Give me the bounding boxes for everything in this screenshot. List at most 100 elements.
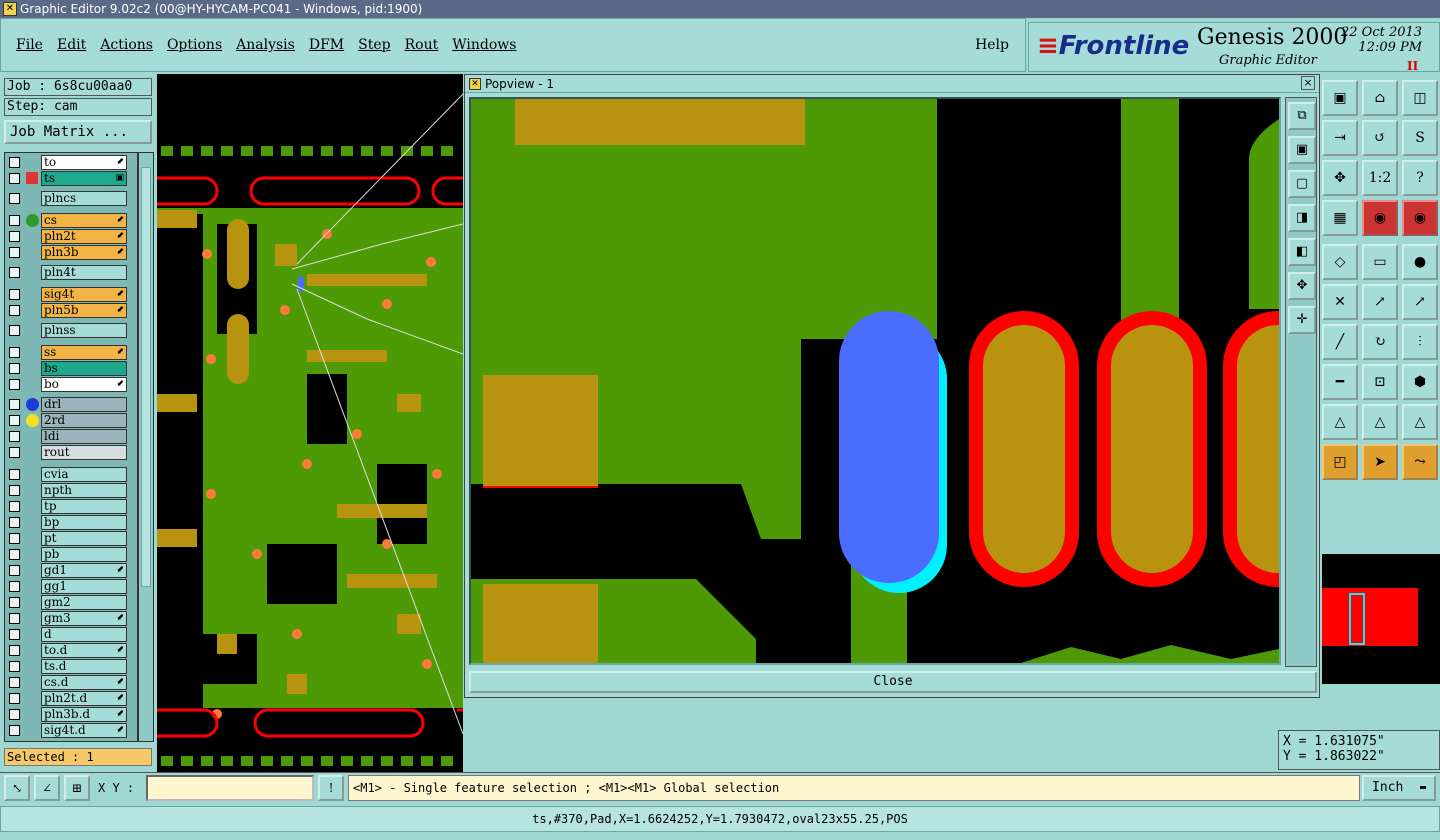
- layer-checkbox[interactable]: [9, 215, 20, 226]
- menu-analysis[interactable]: Analysis: [236, 37, 295, 53]
- shape-icon[interactable]: ⬢: [1402, 364, 1438, 400]
- ruler-icon[interactable]: ▭: [1362, 244, 1398, 280]
- layer-row[interactable]: gm2: [7, 595, 127, 610]
- layer-name[interactable]: ts ▣: [41, 171, 127, 186]
- layer-name[interactable]: sig4t ⬋: [41, 287, 127, 302]
- popview-canvas[interactable]: [469, 97, 1281, 665]
- circle-icon[interactable]: ●: [1402, 244, 1438, 280]
- s-curve-icon[interactable]: S: [1402, 120, 1438, 156]
- layer-checkbox[interactable]: [9, 289, 20, 300]
- layer-checkbox[interactable]: [9, 709, 20, 720]
- layer-row[interactable]: ss ⬋: [7, 345, 127, 360]
- layer-name[interactable]: pln2t.d ⬋: [41, 691, 127, 706]
- layer-name[interactable]: sig4t.d ⬋: [41, 723, 127, 738]
- layer-checkbox[interactable]: [9, 469, 20, 480]
- layer-red-icon[interactable]: ◉: [1362, 200, 1398, 236]
- layer-name[interactable]: drl: [41, 397, 127, 412]
- layer-row[interactable]: cs ⬋: [7, 213, 127, 228]
- popview-copy-icon[interactable]: ⧉: [1288, 102, 1316, 130]
- zoom-box-icon[interactable]: ⤡: [4, 775, 30, 801]
- layer-checkbox[interactable]: [9, 447, 20, 458]
- layer-name[interactable]: cvia: [41, 467, 127, 482]
- move-icon[interactable]: ✥: [1322, 160, 1358, 196]
- delete-icon[interactable]: ✕: [1322, 284, 1358, 320]
- layer-checkbox[interactable]: [9, 661, 20, 672]
- layer-red2-icon[interactable]: ◉: [1402, 200, 1438, 236]
- layer-checkbox[interactable]: [9, 173, 20, 184]
- menu-rout[interactable]: Rout: [405, 37, 439, 53]
- layer-name[interactable]: to ⬋: [41, 155, 127, 170]
- layer-checkbox[interactable]: [9, 565, 20, 576]
- layer-name[interactable]: pt: [41, 531, 127, 546]
- layer-row[interactable]: pln4t: [7, 265, 127, 280]
- layer-row[interactable]: ldi: [7, 429, 127, 444]
- layer-checkbox[interactable]: [9, 597, 20, 608]
- layer-checkbox[interactable]: [9, 157, 20, 168]
- menu-actions[interactable]: Actions: [100, 37, 153, 53]
- layer-row[interactable]: rout: [7, 445, 127, 460]
- menu-windows[interactable]: Windows: [452, 37, 516, 53]
- layer-row[interactable]: pt: [7, 531, 127, 546]
- layer-row[interactable]: bo ⬋: [7, 377, 127, 392]
- layer-name[interactable]: gd1 ⬋: [41, 563, 127, 578]
- layer-checkbox[interactable]: [9, 645, 20, 656]
- layer-name[interactable]: pln3b ⬋: [41, 245, 127, 260]
- layer-row[interactable]: pln2t.d ⬋: [7, 691, 127, 706]
- layer-row[interactable]: pln3b ⬋: [7, 245, 127, 260]
- job-matrix-button[interactable]: Job Matrix ...: [4, 120, 152, 144]
- path-icon[interactable]: ⤳: [1402, 444, 1438, 480]
- menu-file[interactable]: File: [16, 37, 43, 53]
- layer-checkbox[interactable]: [9, 485, 20, 496]
- layer-checkbox[interactable]: [9, 305, 20, 316]
- layer-checkbox[interactable]: [9, 415, 20, 426]
- layer-name[interactable]: rout: [41, 445, 127, 460]
- layer-row[interactable]: sig4t.d ⬋: [7, 723, 127, 738]
- resize-icon[interactable]: ⊡: [1362, 364, 1398, 400]
- layer-checkbox[interactable]: [9, 581, 20, 592]
- layer-row[interactable]: gd1 ⬋: [7, 563, 127, 578]
- layer-row[interactable]: plncs: [7, 191, 127, 206]
- menu-dfm[interactable]: DFM: [309, 37, 344, 53]
- layer-name[interactable]: pln2t ⬋: [41, 229, 127, 244]
- popview-fit-icon[interactable]: ✥: [1288, 272, 1316, 300]
- line-icon[interactable]: ━: [1322, 364, 1358, 400]
- layer-name[interactable]: plnss: [41, 323, 127, 338]
- arc3-icon[interactable]: △: [1402, 404, 1438, 440]
- layer-checkbox[interactable]: [9, 613, 20, 624]
- arc2-icon[interactable]: △: [1362, 404, 1398, 440]
- layer-row[interactable]: sig4t ⬋: [7, 287, 127, 302]
- layer-checkbox[interactable]: [9, 231, 20, 242]
- layer-row[interactable]: npth: [7, 483, 127, 498]
- layer-checkbox[interactable]: [9, 325, 20, 336]
- layer-row[interactable]: to.d ⬋: [7, 643, 127, 658]
- layer-scrollbar[interactable]: [138, 152, 154, 742]
- popview-zoom-in-icon[interactable]: ▣: [1288, 136, 1316, 164]
- popview-zoom-out-icon[interactable]: ▢: [1288, 170, 1316, 198]
- select-box-icon[interactable]: ◰: [1322, 444, 1358, 480]
- layer-name[interactable]: pln5b ⬋: [41, 303, 127, 318]
- layer-row[interactable]: d: [7, 627, 127, 642]
- help-icon[interactable]: ?: [1402, 160, 1438, 196]
- layer-name[interactable]: ldi: [41, 429, 127, 444]
- menu-step[interactable]: Step: [358, 37, 390, 53]
- layer-checkbox[interactable]: [9, 693, 20, 704]
- layer-name[interactable]: gm2: [41, 595, 127, 610]
- window-icon[interactable]: ◫: [1402, 80, 1438, 116]
- layer-name[interactable]: tp: [41, 499, 127, 514]
- layer-checkbox[interactable]: [9, 517, 20, 528]
- layer-row[interactable]: pln5b ⬋: [7, 303, 127, 318]
- menu-help[interactable]: Help: [975, 37, 1009, 53]
- layer-row[interactable]: pln2t ⬋: [7, 229, 127, 244]
- layer-name[interactable]: 2rd: [41, 413, 127, 428]
- home-icon[interactable]: ⌂: [1362, 80, 1398, 116]
- popview-title-bar[interactable]: ✕ Popview - 1 ×: [465, 75, 1319, 93]
- split-icon[interactable]: ⫶: [1402, 324, 1438, 360]
- layer-name[interactable]: plncs: [41, 191, 127, 206]
- layer-row[interactable]: pln3b.d ⬋: [7, 707, 127, 722]
- popview-import-icon[interactable]: ◨: [1288, 204, 1316, 232]
- layer-name[interactable]: gg1: [41, 579, 127, 594]
- layer-name[interactable]: bs: [41, 361, 127, 376]
- layer-name[interactable]: gm3 ⬋: [41, 611, 127, 626]
- layer-row[interactable]: gm3 ⬋: [7, 611, 127, 626]
- diagonal-icon[interactable]: ╱: [1322, 324, 1358, 360]
